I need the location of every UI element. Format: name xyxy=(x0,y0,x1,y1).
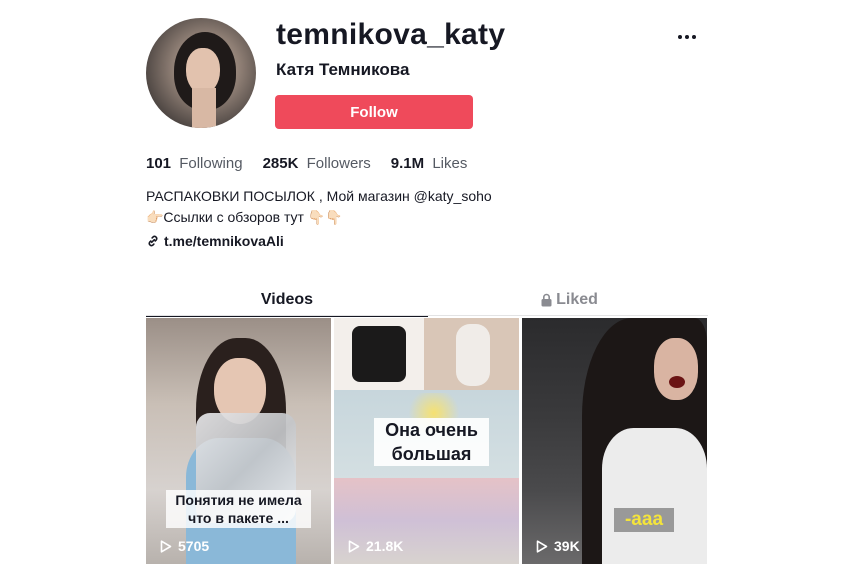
profile-tabs: Videos Liked xyxy=(146,285,710,317)
video-view-count: 39K xyxy=(554,538,580,554)
more-dots-icon[interactable] xyxy=(674,26,700,48)
tab-liked-label: Liked xyxy=(556,291,598,308)
tab-videos[interactable]: Videos xyxy=(146,285,428,315)
link-icon xyxy=(148,235,158,247)
following-label: Following xyxy=(179,155,243,172)
bio-line-2: 👉🏻Ссылки с обзоров тут 👇🏻👇🏻 xyxy=(146,209,343,225)
profile-link-text: t.me/temnikovaAli xyxy=(164,233,284,249)
profile-stats: 101 Following 285K Followers 9.1M Likes xyxy=(146,155,467,172)
video-thumbnail[interactable]: -ааа 39K xyxy=(522,318,707,564)
play-icon xyxy=(348,539,360,553)
video-view-count: 5705 xyxy=(178,538,210,554)
video-views: 5705 xyxy=(160,538,209,554)
followers-count: 285K xyxy=(262,155,299,172)
likes-count: 9.1M xyxy=(390,155,425,172)
bio-line-1: РАСПАКОВКИ ПОСЫЛОК , Мой магазин @katy_s… xyxy=(146,188,492,204)
thumbnail-collage-top-right xyxy=(424,318,519,390)
play-icon xyxy=(160,539,172,553)
video-views: 21.8K xyxy=(348,538,403,554)
video-thumbnail[interactable]: Она очень большая 21.8K xyxy=(334,318,519,564)
thumbnail-mouth xyxy=(669,376,685,388)
following-stat[interactable]: 101 Following xyxy=(146,155,243,172)
thumbnail-corset xyxy=(352,326,406,382)
profile-link[interactable]: t.me/temnikovaAli xyxy=(146,233,284,249)
profile-bio: РАСПАКОВКИ ПОСЫЛОК , Мой магазин @katy_s… xyxy=(146,186,492,228)
video-caption: -ааа xyxy=(614,508,674,532)
profile-username: temnikova_katy xyxy=(276,18,506,51)
follow-button[interactable]: Follow xyxy=(275,95,473,129)
video-thumbnail[interactable]: Понятия не имела что в пакете ... 5705 xyxy=(146,318,331,564)
video-view-count: 21.8K xyxy=(366,538,404,554)
tabs-divider xyxy=(146,315,708,316)
profile-avatar[interactable] xyxy=(146,18,256,128)
videos-grid: Понятия не имела что в пакете ... 5705 О… xyxy=(146,318,708,564)
video-caption: Она очень большая xyxy=(374,418,489,466)
likes-stat: 9.1M Likes xyxy=(391,155,468,172)
following-count: 101 xyxy=(146,155,172,172)
profile-nickname: Катя Темникова xyxy=(276,60,410,79)
thumbnail-collage-top-left xyxy=(334,318,424,390)
likes-label: Likes xyxy=(432,155,468,172)
thumbnail-shirt xyxy=(602,428,707,564)
avatar-neck xyxy=(192,88,216,128)
lock-icon xyxy=(541,293,552,307)
video-caption: Понятия не имела что в пакете ... xyxy=(166,490,311,528)
followers-stat[interactable]: 285K Followers xyxy=(263,155,371,172)
thumbnail-bodysuit xyxy=(456,324,490,386)
tab-liked[interactable]: Liked xyxy=(428,285,710,315)
tab-videos-label: Videos xyxy=(260,291,314,308)
play-icon xyxy=(536,539,548,553)
followers-label: Followers xyxy=(306,155,371,172)
video-views: 39K xyxy=(536,538,580,554)
thumbnail-face xyxy=(654,338,698,400)
